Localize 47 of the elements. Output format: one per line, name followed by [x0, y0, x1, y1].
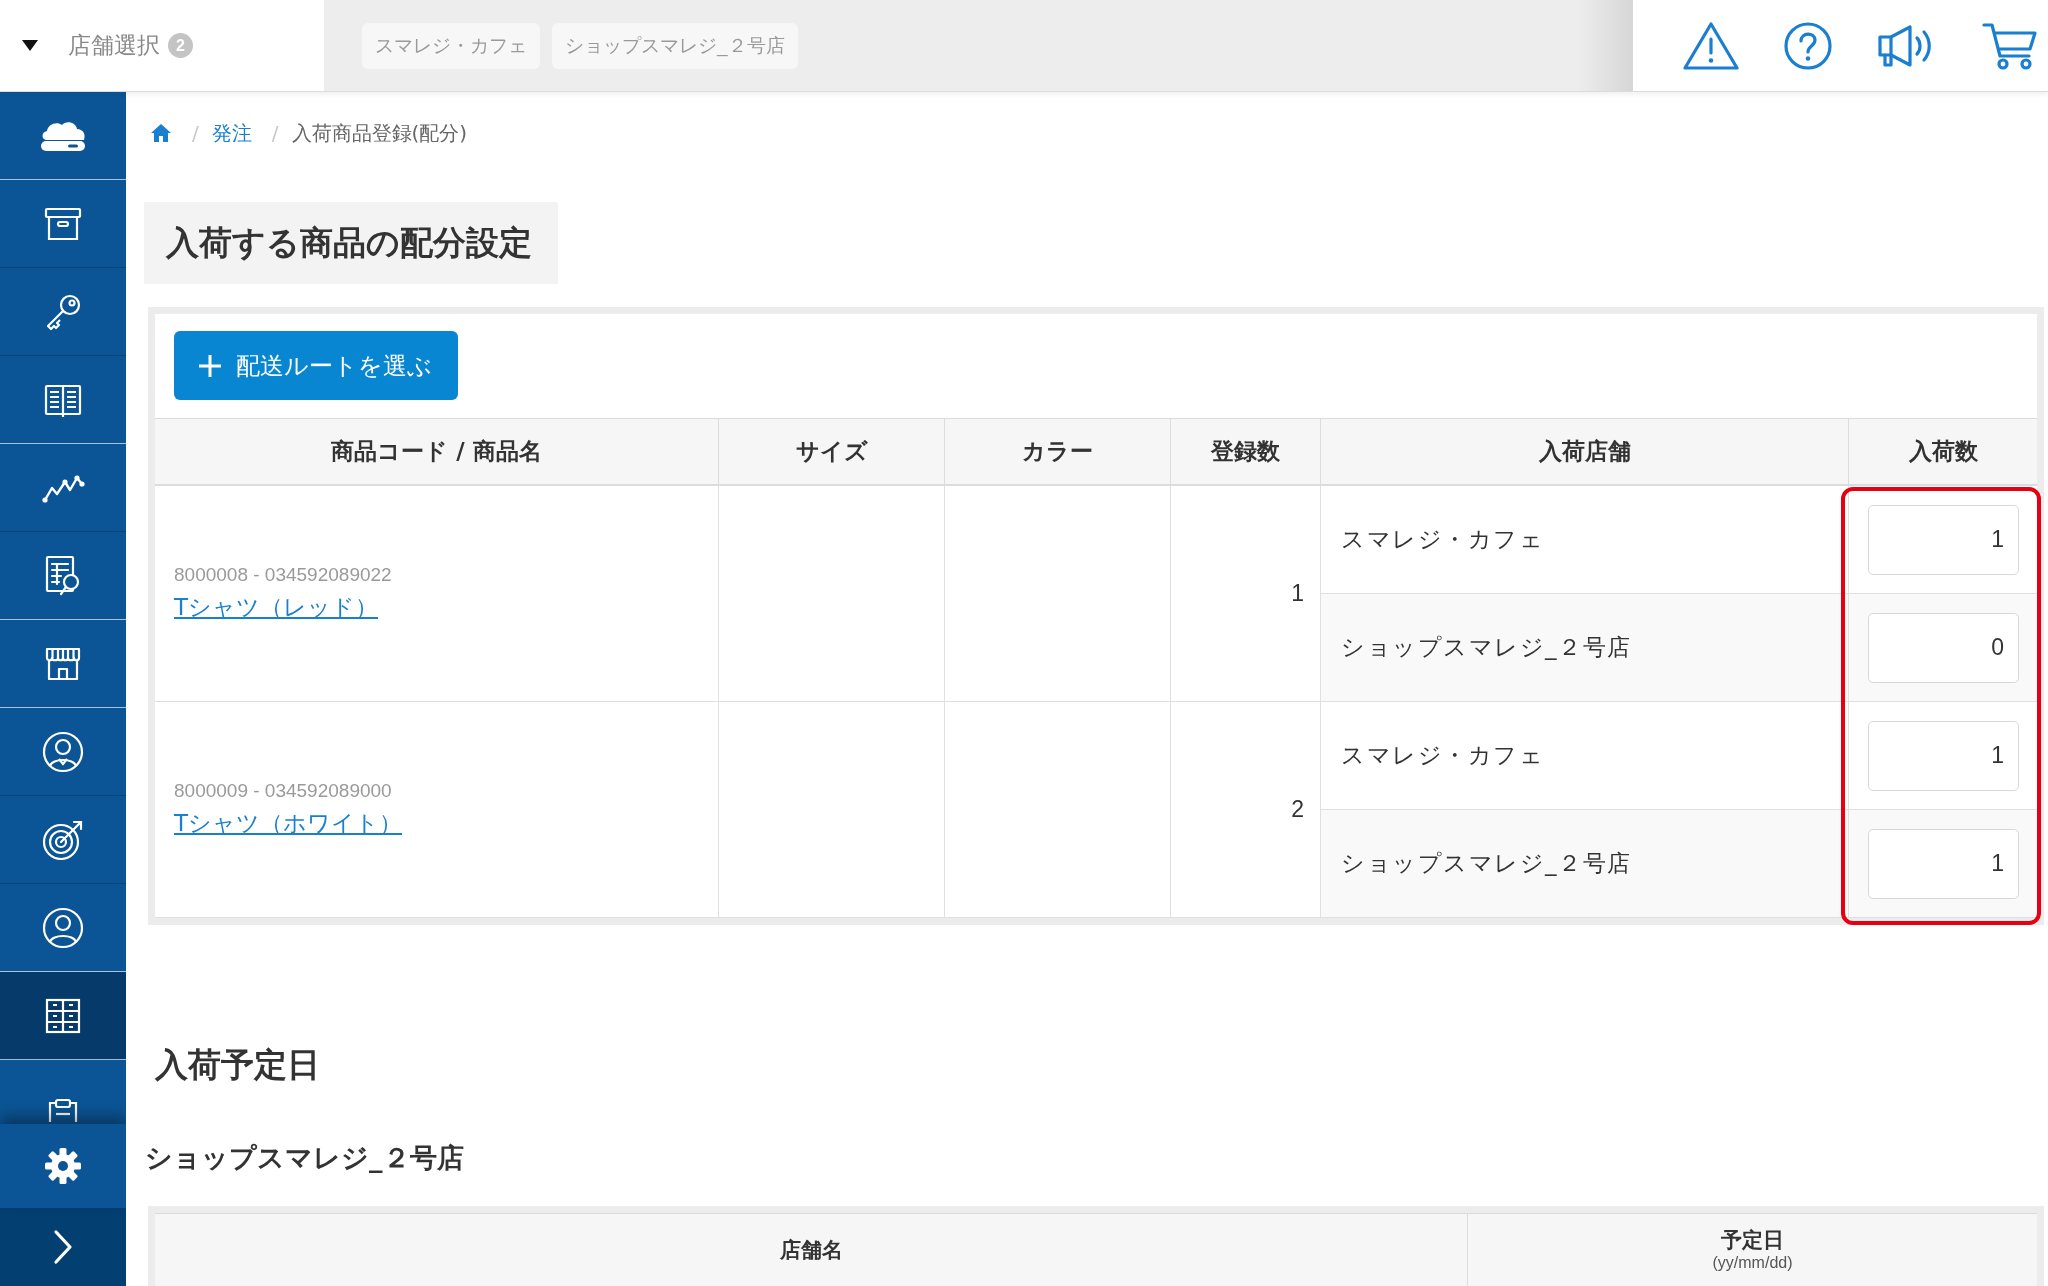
- store-heading: ショップスマレジ_２号店: [145, 1141, 464, 1175]
- store-selector[interactable]: 店舗選択: [68, 30, 160, 61]
- settings-icon: [43, 1146, 83, 1186]
- count-badge: 2: [168, 33, 193, 58]
- user-circle-icon: [41, 905, 85, 950]
- cloud-server-icon: [38, 119, 88, 152]
- store-cell: スマレジ・カフェ: [1321, 486, 1849, 594]
- date-format-hint: (yy/mm/dd): [1712, 1253, 1793, 1273]
- breadcrumb-separator: /: [271, 121, 279, 145]
- user-circle-icon: [41, 729, 85, 774]
- caret-down-icon[interactable]: [22, 40, 38, 51]
- store-tag: スマレジ・カフェ: [362, 22, 540, 69]
- registered-count: 2: [1291, 796, 1304, 823]
- product-link[interactable]: Tシャツ（レッド）: [174, 592, 379, 623]
- column-header: 登録数: [1171, 418, 1321, 486]
- home-icon[interactable]: [150, 123, 172, 143]
- help-icon[interactable]: [1784, 21, 1832, 70]
- quantity-field[interactable]: 0: [1868, 612, 2019, 683]
- column-header: 予定日: [1721, 1227, 1784, 1253]
- store-cell: スマレジ・カフェ: [1321, 702, 1849, 810]
- add-route-button[interactable]: 配送ルートを選ぶ: [174, 331, 458, 400]
- column-header: 商品コード / 商品名: [155, 418, 719, 486]
- breadcrumb-current: 入荷商品登録(配分): [291, 119, 468, 147]
- product-link[interactable]: Tシャツ（ホワイト）: [174, 808, 403, 839]
- column-header: サイズ: [719, 418, 945, 486]
- clipboard-icon: [46, 1098, 80, 1122]
- quantity-field[interactable]: 1: [1868, 504, 2019, 575]
- product-code: 8000009 - 034592089000: [174, 780, 392, 802]
- store-tag: ショップスマレジ_２号店: [552, 22, 798, 69]
- cart-icon[interactable]: [1982, 20, 2038, 71]
- registered-count: 1: [1291, 580, 1304, 607]
- store-cell: ショップスマレジ_２号店: [1321, 810, 1849, 918]
- column-header: 店舗名: [779, 1237, 843, 1263]
- quantity-field[interactable]: 1: [1868, 828, 2019, 899]
- warning-icon[interactable]: [1683, 20, 1739, 71]
- column-header: カラー: [945, 418, 1171, 486]
- page-title: 入荷する商品の配分設定: [144, 202, 558, 284]
- settings-button[interactable]: [0, 1124, 126, 1208]
- breadcrumb-link[interactable]: 発注: [211, 119, 252, 147]
- breadcrumb-separator: /: [192, 121, 199, 145]
- section-title: 入荷予定日: [155, 1045, 320, 1085]
- quantity-field[interactable]: 1: [1868, 720, 2019, 791]
- column-header: 入荷数: [1849, 418, 2037, 486]
- store-cell: ショップスマレジ_２号店: [1321, 594, 1849, 702]
- product-code: 8000008 - 034592089022: [174, 564, 392, 586]
- plus-icon: [198, 353, 222, 378]
- column-header: 入荷店舗: [1321, 418, 1849, 486]
